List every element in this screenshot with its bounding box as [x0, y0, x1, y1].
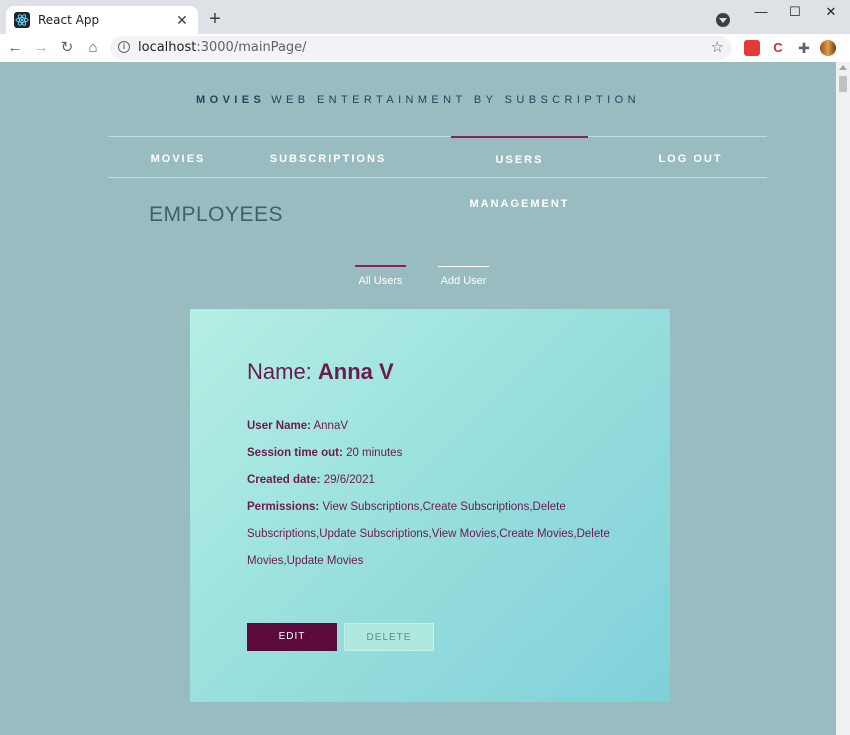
scroll-up-icon[interactable] — [839, 65, 847, 70]
session-timeout-field: Session time out: 20 minutes — [247, 440, 627, 467]
browser-tab[interactable]: React App ✕ — [6, 6, 198, 34]
tab-title: React App — [38, 13, 100, 27]
username-field: User Name: AnnaV — [247, 413, 627, 440]
username-value: AnnaV — [313, 420, 349, 432]
nav-item-log-out[interactable]: LOG OUT — [648, 137, 733, 177]
page-title: EMPLOYEES — [149, 203, 284, 226]
nav-item-subscriptions[interactable]: SUBSCRIPTIONS — [268, 137, 388, 177]
permissions-label: Permissions: — [247, 501, 320, 513]
edit-button[interactable]: EDIT — [247, 623, 337, 651]
maximize-icon[interactable]: ☐ — [780, 4, 810, 22]
site-info-icon[interactable]: i — [118, 41, 130, 53]
react-icon — [14, 12, 30, 28]
address-bar[interactable]: i localhost:3000/mainPage/ ☆ — [110, 36, 732, 60]
created-date-field: Created date: 29/6/2021 — [247, 467, 627, 494]
url-text: localhost:3000/mainPage/ — [138, 40, 307, 55]
extension-red-icon[interactable] — [744, 40, 760, 56]
tab-search-icon[interactable] — [716, 13, 730, 27]
bookmark-star-icon[interactable]: ☆ — [711, 38, 724, 56]
minimize-icon[interactable]: — — [746, 4, 776, 22]
window-close-icon[interactable]: ✕ — [816, 4, 846, 22]
site-header: MOVIES WEB ENTERTAINMENT BY SUBSCRIPTION — [0, 94, 836, 106]
forward-icon[interactable]: → — [32, 39, 50, 57]
page-scrollbar[interactable] — [836, 62, 850, 735]
new-tab-icon[interactable]: + — [206, 9, 224, 29]
tab-add-user[interactable]: Add User — [438, 266, 489, 297]
user-card: Name: Anna V User Name: AnnaV Session ti… — [190, 309, 670, 702]
browser-tabstrip: React App ✕ + — ☐ ✕ — [0, 0, 850, 34]
scroll-thumb[interactable] — [839, 76, 847, 92]
created-label: Created date: — [247, 474, 321, 486]
back-icon[interactable]: ← — [6, 39, 24, 57]
close-icon[interactable]: ✕ — [174, 12, 190, 28]
tab-all-users[interactable]: All Users — [355, 265, 406, 297]
created-value: 29/6/2021 — [323, 474, 375, 486]
delete-button[interactable]: DELETE — [344, 623, 434, 651]
extension-c-icon[interactable]: C — [770, 40, 786, 56]
reload-icon[interactable]: ↻ — [58, 39, 76, 57]
main-nav: MOVIES SUBSCRIPTIONS USERS MANAGEMENT LO… — [108, 136, 767, 210]
session-value: 20 minutes — [346, 447, 403, 459]
browser-toolbar: ← → ↻ ⌂ i localhost:3000/mainPage/ ☆ — [0, 34, 850, 62]
nav-item-movies[interactable]: MOVIES — [138, 137, 218, 177]
home-icon[interactable]: ⌂ — [84, 39, 102, 57]
user-name-heading: Name: Anna V — [247, 359, 394, 384]
session-label: Session time out: — [247, 447, 343, 459]
extensions-puzzle-icon[interactable]: ✚ — [796, 40, 812, 56]
site-tagline: WEB ENTERTAINMENT BY SUBSCRIPTION — [271, 94, 640, 106]
permissions-field: Permissions: View Subscriptions,Create S… — [247, 494, 617, 575]
profile-avatar[interactable] — [820, 40, 836, 56]
site-brand: MOVIES — [196, 94, 266, 106]
nav-item-users-management[interactable]: USERS MANAGEMENT — [451, 136, 588, 210]
username-label: User Name: — [247, 420, 311, 432]
